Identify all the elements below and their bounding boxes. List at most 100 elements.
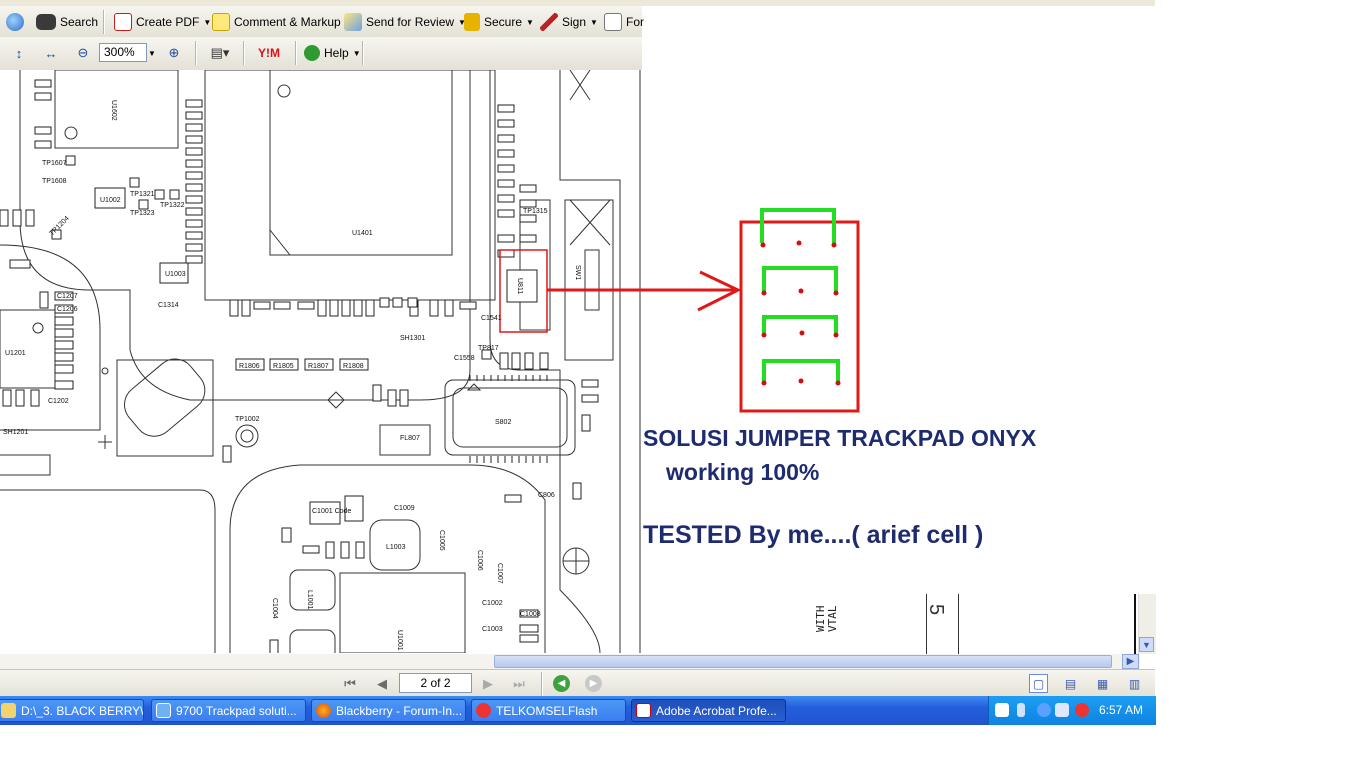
navigation-bar: ⏮ ◀ 2 of 2 ▶ ⏭ ◀ ▶ ▢ ▤ ▦ ▥ <box>0 669 1155 697</box>
windows-taskbar: D:\_3. BLACK BERRY\... 9700 Trackpad sol… <box>0 696 1155 725</box>
label-c1002: C1002 <box>482 600 503 607</box>
toolbar-separator <box>541 672 543 696</box>
previous-page-icon: ◀ <box>377 675 387 691</box>
dropdown-arrow-icon: ▼ <box>526 17 534 27</box>
previous-page-button[interactable]: ◀ <box>373 675 391 692</box>
annotation-working: working 100% <box>666 459 820 485</box>
forward-arrow-icon: ▶ <box>589 678 598 689</box>
label-c1541: C1541 <box>481 315 502 322</box>
label-tp1608: TP1608 <box>42 178 67 185</box>
zoom-out-icon: ⊖ <box>77 45 89 60</box>
search-web-button[interactable] <box>6 11 28 33</box>
toolbar-separator <box>362 41 364 65</box>
jumper-annotation: SOLUSI JUMPER TRACKPAD ONYX working 100%… <box>642 195 1142 595</box>
clock[interactable]: 6:57 AM <box>1099 703 1143 717</box>
fit-height-button[interactable]: ↕ <box>8 42 30 64</box>
zoom-input[interactable]: 300% <box>99 43 147 62</box>
jumper-wire-1 <box>760 208 836 243</box>
label-r1806: R1806 <box>239 363 260 370</box>
taskbar-item-label: TELKOMSELFlash <box>496 703 598 718</box>
network-tray-icon[interactable] <box>1017 703 1025 717</box>
label-r1807: R1807 <box>308 363 329 370</box>
help-icon <box>304 45 320 61</box>
zoom-in-button[interactable]: ⊕ <box>163 42 185 64</box>
label-tp1322: TP1322 <box>160 202 185 209</box>
monitor-tray-icon[interactable] <box>1055 703 1069 717</box>
label-r1808: R1808 <box>343 363 364 370</box>
label-u1401: U1401 <box>352 230 373 237</box>
fit-width-button[interactable]: ↔ <box>40 42 62 64</box>
facing-page-icon: ▦ <box>1096 676 1109 691</box>
help-label: Help <box>324 46 349 60</box>
system-tray: 6:57 AM <box>988 696 1156 725</box>
dropdown-arrow-icon: ▼ <box>203 17 212 27</box>
taskbar-item-image[interactable]: 9700 Trackpad soluti... <box>151 699 306 722</box>
label-c1202: C1202 <box>48 398 69 405</box>
yahoo-messenger-button[interactable]: Y!M <box>250 42 288 64</box>
comment-markup-button[interactable]: Comment & Markup ▼ <box>212 11 353 33</box>
comment-markup-label: Comment & Markup <box>234 15 341 29</box>
label-c1207: C1207 <box>57 293 78 300</box>
send-review-button[interactable]: Send for Review ▼ <box>344 11 466 33</box>
scan-number: 5 <box>925 603 948 616</box>
label-tp1002: TP1002 <box>235 416 260 423</box>
pen-icon <box>540 13 558 31</box>
facing-view-button[interactable]: ▦ <box>1093 674 1112 693</box>
zoom-dropdown-button[interactable]: ▼ <box>146 42 158 64</box>
next-view-button[interactable]: ▶ <box>585 675 602 692</box>
taskbar-item-acrobat[interactable]: Adobe Acrobat Profe... <box>631 699 786 722</box>
toolbar-separator <box>195 41 197 65</box>
taskbar-item-firefox[interactable]: Blackberry - Forum-In... <box>311 699 466 722</box>
label-c1003: C1003 <box>482 626 503 633</box>
first-page-button[interactable]: ⏮ <box>341 675 359 692</box>
next-page-button[interactable]: ▶ <box>479 675 497 692</box>
view-toolbar: ↕ ↔ ⊖ 300% ▼ ⊕ ▤▾ Y!M Help ▼ <box>0 37 642 71</box>
forms-button[interactable]: For <box>604 11 644 33</box>
telkomsel-tray-icon[interactable] <box>1075 703 1089 717</box>
help-tray-icon[interactable] <box>995 703 1009 717</box>
horizontal-scroll-thumb[interactable] <box>494 655 1112 668</box>
chevron-down-icon: ▼ <box>148 48 156 58</box>
single-page-view-button[interactable]: ▢ <box>1029 674 1048 693</box>
label-u1003: U1003 <box>165 271 186 278</box>
create-pdf-button[interactable]: Create PDF ▼ <box>114 11 211 33</box>
forms-icon <box>604 13 622 31</box>
fit-height-icon: ↕ <box>15 45 23 61</box>
page-number-input[interactable]: 2 of 2 <box>399 673 472 693</box>
taskbar-item-explorer[interactable]: D:\_3. BLACK BERRY\... <box>0 699 144 722</box>
label-c1008: C1008 <box>520 611 541 618</box>
search-button[interactable]: Search <box>36 11 98 33</box>
telkomsel-icon <box>476 703 491 718</box>
label-c1314: C1314 <box>158 302 179 309</box>
main-toolbar: Search Create PDF ▼ Comment & Markup ▼ S… <box>0 6 644 38</box>
label-s802: S802 <box>495 419 511 426</box>
help-button[interactable]: Help ▼ <box>304 42 361 64</box>
scroll-right-button[interactable]: ▶ <box>1122 654 1139 669</box>
toolbar-separator <box>103 10 105 34</box>
label-c806: C806 <box>538 492 555 499</box>
sign-label: Sign <box>562 15 587 29</box>
continuous-view-button[interactable]: ▤ <box>1061 674 1080 693</box>
last-page-button[interactable]: ⏭ <box>510 675 528 692</box>
label-sh1201: SH1201 <box>3 429 28 436</box>
scroll-down-button[interactable]: ▼ <box>1139 637 1154 652</box>
continuous-page-icon: ▤ <box>1064 676 1077 691</box>
firefox-icon <box>316 703 331 718</box>
continuous-facing-view-button[interactable]: ▥ <box>1125 674 1144 693</box>
taskbar-item-telkomsel[interactable]: TELKOMSELFlash <box>471 699 626 722</box>
label-c1006: C1006 <box>476 550 483 571</box>
binoculars-icon <box>36 14 56 30</box>
label-sh1301: SH1301 <box>400 335 425 342</box>
last-page-icon: ⏭ <box>513 675 525 691</box>
annotation-tested: TESTED By me....( arief cell ) <box>643 521 984 549</box>
page-display-button[interactable]: ▤▾ <box>203 42 237 64</box>
zoom-out-button[interactable]: ⊖ <box>72 42 94 64</box>
label-c1005: C1005 <box>438 530 445 551</box>
sign-button[interactable]: Sign ▼ <box>540 11 598 33</box>
dropdown-arrow-icon: ▼ <box>590 17 598 27</box>
secure-button[interactable]: Secure ▼ <box>464 11 534 33</box>
expand-tray-icon[interactable] <box>1037 703 1051 717</box>
first-page-icon: ⏮ <box>344 675 356 691</box>
label-u1602: U1602 <box>110 100 117 121</box>
previous-view-button[interactable]: ◀ <box>553 675 570 692</box>
